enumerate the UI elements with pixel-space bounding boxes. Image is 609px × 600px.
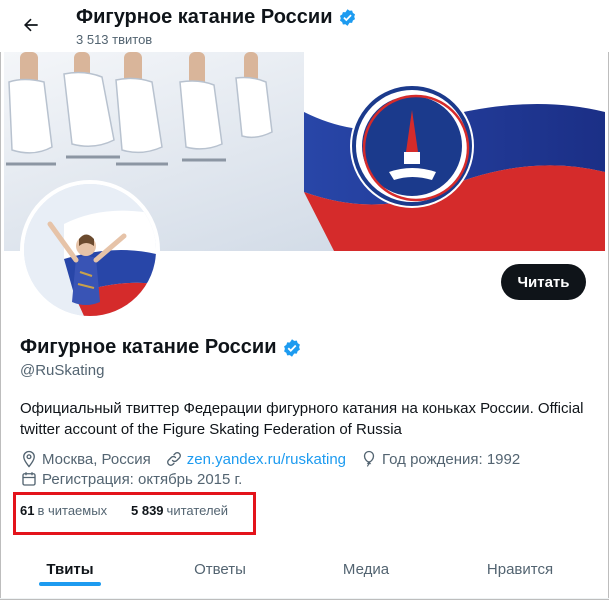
profile-name: Фигурное катание России [20, 336, 277, 358]
verified-badge-icon [340, 9, 356, 26]
profile-meta-row: Москва, Россия zen.yandex.ru/ruskating Г… [20, 450, 534, 468]
arrow-left-icon [24, 18, 38, 32]
location-text: Москва, Россия [42, 450, 151, 468]
profile-tabs: Твиты Ответы Медиа Нравится [0, 540, 609, 599]
website-link[interactable]: zen.yandex.ru/ruskating [187, 451, 346, 468]
followers-label: читателей [166, 503, 229, 518]
profile-handle: @RuSkating [20, 362, 105, 379]
tab-replies[interactable]: Ответы [170, 540, 270, 599]
tweet-count: 3 513 твитов [76, 32, 153, 47]
website-item[interactable]: zen.yandex.ru/ruskating [165, 450, 346, 468]
profile-header-bar: Фигурное катание России 3 513 твитов [0, 0, 609, 52]
followers-stat[interactable]: 5 839 читателей [131, 503, 228, 518]
profile-name-row: Фигурное катание России [20, 336, 302, 359]
back-button[interactable] [17, 11, 45, 39]
active-tab-indicator [39, 582, 101, 586]
link-icon [166, 452, 181, 466]
follow-button[interactable]: Читать [501, 264, 586, 300]
following-label: в читаемых [37, 503, 108, 518]
header-title: Фигурное катание России [76, 6, 333, 28]
profile-joined-row: Регистрация: октябрь 2015 г. [20, 470, 256, 488]
tab-tweets[interactable]: Твиты [20, 540, 120, 599]
profile-bio: Официальный твиттер Федерации фигурного … [20, 400, 584, 438]
location-item: Москва, Россия [20, 450, 151, 468]
birthday-item: Год рождения: 1992 [360, 450, 520, 468]
joined-text: Регистрация: октябрь 2015 г. [42, 470, 243, 488]
followers-count: 5 839 [131, 503, 164, 518]
header-title-row: Фигурное катание России [76, 6, 357, 29]
verified-badge-icon [284, 338, 301, 357]
joined-item: Регистрация: октябрь 2015 г. [20, 470, 242, 488]
avatar-image [24, 184, 156, 316]
tab-likes[interactable]: Нравится [470, 540, 570, 599]
profile-avatar[interactable] [20, 180, 160, 320]
birthday-text: Год рождения: 1992 [382, 450, 521, 468]
calendar-icon [22, 472, 36, 486]
following-count: 61 [20, 503, 35, 518]
tab-media[interactable]: Медиа [316, 540, 416, 599]
following-stat[interactable]: 61 в читаемых [20, 503, 107, 518]
balloon-icon [363, 450, 375, 467]
location-pin-icon [23, 450, 35, 468]
